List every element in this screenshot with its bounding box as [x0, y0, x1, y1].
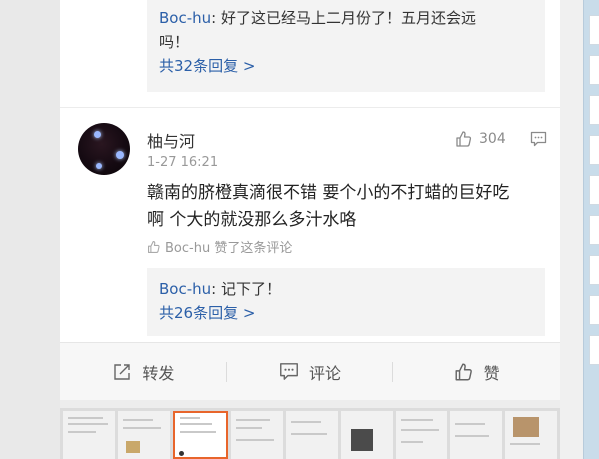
reply-username[interactable]: Boc-hu: [159, 9, 211, 27]
reply-text: : 好了这已经马上二月份了！五月还会远: [211, 9, 476, 27]
divider: [60, 107, 560, 108]
reply-preview-top[interactable]: Boc-hu: 好了这已经马上二月份了！五月还会远 吗！ 共32条回复 >: [147, 0, 545, 92]
like-label: 赞: [483, 363, 500, 383]
action-bar: 转发 评论 赞: [60, 342, 560, 400]
thumbnail-active[interactable]: [172, 411, 229, 459]
liked-by-note: Boc-hu 赞了这条评论: [147, 237, 292, 256]
comment-timestamp: 1-27 16:21: [147, 155, 219, 170]
thumbnail[interactable]: [63, 411, 115, 459]
thumbnail[interactable]: [450, 411, 503, 459]
like-count: 304: [479, 131, 506, 147]
reply-text: : 记下了！: [211, 280, 281, 298]
thumbnail[interactable]: [505, 411, 558, 459]
comment-bubble-icon[interactable]: [530, 131, 547, 147]
more-replies-link[interactable]: 共26条回复 >: [159, 301, 545, 325]
liked-by-text: Boc-hu 赞了这条评论: [165, 241, 293, 256]
like-button[interactable]: 赞: [393, 343, 560, 400]
comment-text: 赣南的脐橙真滴很不错 要个小的不打蜡的巨好吃 啊 个大的就没那么多汁水咯: [147, 180, 547, 234]
thumbnail[interactable]: [231, 411, 284, 459]
reply-username[interactable]: Boc-hu: [159, 280, 211, 298]
weibo-card: Boc-hu: 好了这已经马上二月份了！五月还会远 吗！ 共32条回复 > 柚与…: [60, 0, 560, 400]
thumbnail[interactable]: [395, 411, 448, 459]
thumbs-up-icon: [148, 240, 160, 253]
comment-text-line: 赣南的脐橙真滴很不错 要个小的不打蜡的巨好吃: [147, 183, 510, 203]
reply-preview-bottom[interactable]: Boc-hu: 记下了！ 共26条回复 >: [147, 268, 545, 336]
thumbnail[interactable]: [117, 411, 170, 459]
forward-icon: [114, 363, 131, 380]
left-gutter: [0, 0, 60, 459]
thumbs-up-icon: [456, 131, 472, 147]
comment-label: 评论: [309, 363, 342, 383]
comment-bubble-icon: [280, 363, 298, 380]
forward-button[interactable]: 转发: [60, 343, 227, 400]
reply-text-cont: 吗！: [159, 33, 190, 51]
side-panel: [583, 0, 599, 459]
more-replies-link[interactable]: 共32条回复 >: [159, 54, 545, 78]
thumbs-up-icon: [455, 363, 472, 380]
thumbnail-strip: [60, 408, 560, 459]
comment-text-line: 啊 个大的就没那么多汁水咯: [147, 210, 357, 230]
reply-line: Boc-hu: 记下了！: [159, 277, 545, 301]
reply-line: Boc-hu: 好了这已经马上二月份了！五月还会远: [159, 6, 545, 30]
thumbnail[interactable]: [286, 411, 338, 459]
comment-button[interactable]: 评论: [227, 343, 394, 400]
avatar[interactable]: [78, 123, 130, 175]
comment-like-button[interactable]: 304: [455, 129, 506, 149]
comment-username[interactable]: 柚与河: [147, 128, 195, 152]
forward-label: 转发: [142, 363, 175, 383]
thumbnail[interactable]: [340, 411, 393, 459]
